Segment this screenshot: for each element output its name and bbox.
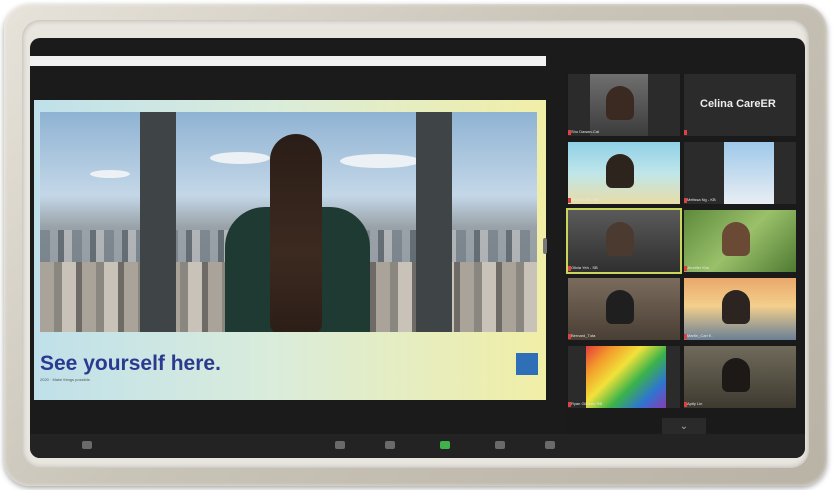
mic-muted-icon — [684, 130, 687, 135]
share-screen-icon[interactable] — [440, 441, 450, 449]
participant-tile[interactable]: Ryan Gilberto RB — [568, 346, 680, 408]
participant-name: Aptly Lin — [687, 401, 703, 406]
zoom-window: See yourself here. 2020 · Make things po… — [30, 38, 805, 458]
gallery-panel: Shu Dawan-Cai Celina CareER Ivica Chan -… — [566, 74, 805, 444]
slide-photo — [40, 112, 537, 332]
participant-name: Ryan Gilberto RB — [571, 401, 603, 406]
participant-tile[interactable]: Ivica Chan - SB — [568, 142, 680, 204]
window-mullion-right — [416, 112, 452, 332]
screen-share-bar — [30, 56, 546, 66]
participants-icon[interactable] — [335, 441, 345, 449]
participant-tile-featured[interactable]: Celina CareER — [684, 74, 796, 136]
participant-tile[interactable]: Aptly Lin — [684, 346, 796, 408]
participant-tile[interactable]: Melissa Ng - KB — [684, 142, 796, 204]
participant-tile[interactable]: Jennifer Kim — [684, 210, 796, 272]
record-icon[interactable] — [495, 441, 505, 449]
slide-subtext: 2020 · Make things possible. — [40, 377, 91, 382]
slide-heading: See yourself here. — [40, 352, 221, 375]
company-logo — [516, 353, 538, 375]
participant-tile-active-speaker[interactable]: Olivia Yeh - SB — [566, 208, 682, 274]
person-hair — [270, 134, 322, 332]
window-mullion-left — [140, 112, 176, 332]
mute-icon[interactable] — [82, 441, 92, 449]
participant-name: Bernard_Tuta — [571, 333, 596, 338]
reactions-icon[interactable] — [545, 441, 555, 449]
participant-name: Olivia Yeh - SB — [571, 265, 598, 270]
participant-display-name: Celina CareER — [700, 98, 776, 110]
split-view-handle[interactable] — [543, 238, 547, 254]
participant-tile[interactable]: Bernard_Tuta — [568, 278, 680, 340]
chat-icon[interactable] — [385, 441, 395, 449]
participant-tile[interactable]: Shu Dawan-Cai — [568, 74, 680, 136]
meeting-toolbar — [30, 434, 805, 458]
participant-name: Shu Dawan-Cai — [571, 129, 600, 134]
participant-name: Ivica Chan - SB — [571, 197, 599, 202]
participant-name: Jennifer Kim — [687, 265, 710, 270]
participant-tile[interactable]: Martin_Carl K. — [684, 278, 796, 340]
participant-name: Martin_Carl K. — [687, 333, 713, 338]
shared-slide: See yourself here. 2020 · Make things po… — [34, 100, 546, 400]
participant-name: Melissa Ng - KB — [687, 197, 716, 202]
